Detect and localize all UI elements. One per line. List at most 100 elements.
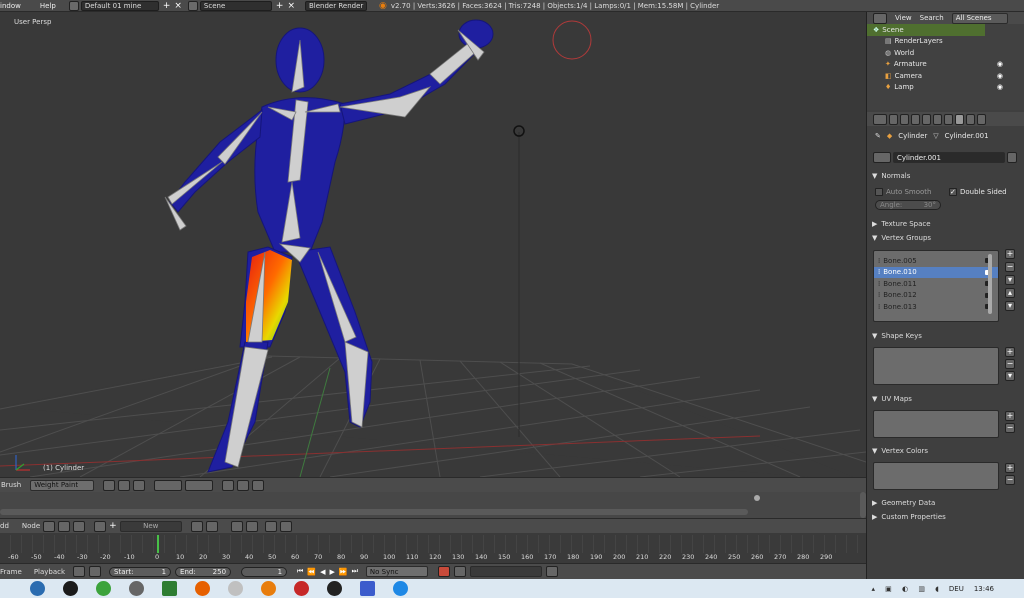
texture-tab-icon[interactable] — [977, 113, 986, 125]
custom-properties-panel-header[interactable]: ▶ Custom Properties — [872, 511, 946, 523]
vertex-group-specials-button[interactable]: ▾ — [1005, 275, 1015, 285]
add-vertex-group-button[interactable]: + — [1005, 249, 1015, 259]
mesh-browse-icon[interactable] — [873, 152, 891, 163]
current-frame-marker[interactable] — [157, 535, 159, 553]
play-reverse-icon[interactable]: ◀ — [320, 568, 325, 576]
add-scene-button[interactable]: + — [276, 1, 284, 11]
visibility-eye-icon[interactable]: ◉ — [997, 72, 1003, 80]
3d-viewport[interactable]: User Persp (1) Cylinder — [0, 12, 866, 477]
end-frame-field[interactable]: End: 250 — [175, 566, 232, 577]
next-keyframe-icon[interactable]: ⏩ — [339, 568, 348, 576]
menu-help[interactable]: Help — [40, 2, 65, 10]
remove-vertex-color-button[interactable]: − — [1005, 475, 1015, 485]
keying-set-button[interactable] — [453, 566, 466, 577]
app-icon[interactable] — [228, 581, 243, 596]
object-tab-icon[interactable] — [922, 113, 931, 125]
move-up-button[interactable]: ▴ — [1005, 288, 1015, 298]
outliner-item-scene[interactable]: ❖ Scene — [867, 24, 985, 36]
add-uv-map-button[interactable]: + — [1005, 411, 1015, 421]
current-frame-field[interactable]: 1 — [241, 566, 288, 577]
prev-keyframe-icon[interactable]: ⏪ — [307, 568, 316, 576]
use-nodes-checkbox[interactable] — [190, 520, 203, 532]
app-icon[interactable] — [63, 581, 78, 596]
vertex-group-list-scrollbar[interactable] — [988, 254, 992, 314]
horizontal-scrollbar[interactable] — [0, 509, 748, 515]
shape-keys-list[interactable] — [873, 347, 999, 385]
uv-maps-panel-header[interactable]: ▼ UV Maps — [872, 393, 912, 405]
insert-keyframe-button[interactable] — [545, 566, 558, 577]
node-menu[interactable]: Node — [22, 522, 40, 530]
remove-layout-button[interactable]: × — [174, 1, 182, 11]
play-icon[interactable]: ▶ — [329, 568, 334, 576]
list-item[interactable]: ⁞ Bone.012 — [874, 290, 998, 302]
blender-icon[interactable] — [261, 581, 276, 596]
material-tab-icon[interactable] — [966, 113, 975, 125]
snap-mode-button[interactable] — [245, 520, 258, 532]
playback-menu[interactable]: Playback — [34, 568, 65, 576]
pin-button[interactable] — [205, 520, 218, 532]
outliner-item-lamp[interactable]: ♦ Lamp ◉ — [867, 82, 1024, 94]
vertex-groups-panel-header[interactable]: ▼ Vertex Groups — [872, 232, 931, 244]
scene-field[interactable]: Scene — [199, 0, 272, 11]
vertex-colors-panel-header[interactable]: ▼ Vertex Colors — [872, 445, 928, 457]
list-item[interactable]: ⁞ Bone.005 — [874, 255, 998, 267]
list-item-selected[interactable]: ⁞ Bone.010 — [874, 266, 998, 278]
app-icon[interactable] — [294, 581, 309, 596]
layer-grid-2[interactable] — [185, 479, 214, 491]
move-down-button[interactable]: ▾ — [1005, 301, 1015, 311]
tray-icons[interactable]: ▴ ▣ ◐ ▥ ◖ — [871, 585, 942, 593]
remove-shape-key-button[interactable]: − — [1005, 359, 1015, 369]
vertex-colors-list[interactable] — [873, 462, 999, 490]
remove-scene-button[interactable]: × — [287, 1, 295, 11]
keying-set-field[interactable] — [469, 566, 542, 577]
normals-panel-header[interactable]: ▼ Normals — [872, 170, 910, 182]
brush-label[interactable]: Brush — [1, 481, 21, 489]
node-tree-browse[interactable] — [94, 520, 107, 532]
world-tab-icon[interactable] — [911, 113, 920, 125]
app-icon[interactable] — [96, 581, 111, 596]
outliner-search-menu[interactable]: Search — [920, 14, 944, 22]
viewport-canvas[interactable] — [0, 12, 866, 477]
outliner[interactable]: View Search All Scenes ❖ Scene ▤ RenderL… — [867, 12, 1024, 110]
sync-select[interactable]: No Sync — [365, 566, 428, 577]
record-button[interactable] — [437, 566, 450, 577]
lock-layer-button[interactable] — [222, 479, 235, 491]
app-icon[interactable] — [360, 581, 375, 596]
double-sided-checkbox[interactable]: ✓ Double Sided — [949, 188, 1007, 196]
fake-user-button[interactable] — [1007, 152, 1017, 163]
start-button-icon[interactable] — [30, 581, 45, 596]
add-shape-key-button[interactable]: + — [1005, 347, 1015, 357]
visibility-eye-icon[interactable]: ◉ — [997, 83, 1003, 91]
tray-locale[interactable]: DEU — [949, 585, 964, 593]
app-icon[interactable] — [162, 581, 177, 596]
app-icon[interactable] — [327, 581, 342, 596]
list-item[interactable]: ⁞ Bone.011 — [874, 278, 998, 290]
jump-end-icon[interactable]: ⏭ — [352, 567, 358, 576]
pivot-button[interactable] — [118, 479, 131, 491]
firefox-icon[interactable] — [195, 581, 210, 596]
timeline[interactable]: -60 -50 -40 -30 -20 -10 0 10 20 30 40 50… — [0, 533, 866, 563]
copy-button[interactable] — [279, 520, 292, 532]
visibility-eye-icon[interactable]: ◉ — [997, 60, 1003, 68]
camera-view-button[interactable] — [252, 479, 265, 491]
outliner-type-icon[interactable] — [873, 12, 887, 24]
geometry-data-panel-header[interactable]: ▶ Geometry Data — [872, 497, 935, 509]
scene-browse-icon[interactable] — [187, 0, 198, 11]
add-layout-button[interactable]: + — [163, 1, 171, 11]
vertex-group-list[interactable]: ⁞ Bone.005 ⁞ Bone.010 ⁞ Bone.011 ⁞ Bone.012 … — [873, 250, 999, 322]
outliner-item-renderlayers[interactable]: ▤ RenderLayers — [867, 36, 1024, 48]
remove-uv-map-button[interactable]: − — [1005, 423, 1015, 433]
skype-icon[interactable] — [393, 581, 408, 596]
texture-space-panel-header[interactable]: ▶ Texture Space — [872, 218, 931, 230]
snap-button[interactable] — [230, 520, 243, 532]
render-engine-select[interactable]: Blender Render — [305, 0, 367, 11]
shader-type-button[interactable] — [43, 520, 56, 532]
add-vertex-color-button[interactable]: + — [1005, 463, 1015, 473]
new-node-tree-button[interactable]: New — [119, 520, 182, 532]
screen-layout-field[interactable]: Default 01 mine — [80, 0, 159, 11]
remove-vertex-group-button[interactable]: − — [1005, 262, 1015, 272]
screen-layout-icon[interactable] — [68, 0, 79, 11]
auto-smooth-checkbox[interactable]: Auto Smooth — [875, 188, 932, 196]
mode-select[interactable]: Weight Paint — [30, 479, 95, 491]
outliner-item-armature[interactable]: ✦ Armature ◉ — [867, 59, 1024, 71]
